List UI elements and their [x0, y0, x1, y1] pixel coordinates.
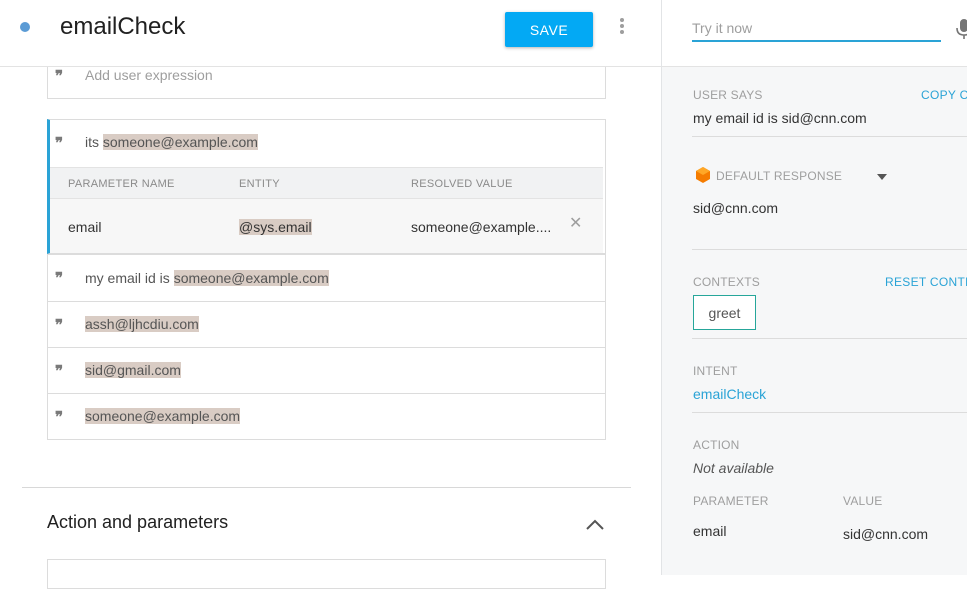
- divider: [692, 249, 967, 250]
- console-param-name: email: [693, 523, 727, 539]
- param-value-cell[interactable]: someone@example....: [411, 219, 551, 235]
- default-response-label: DEFAULT RESPONSE: [716, 169, 843, 183]
- action-name-field[interactable]: [47, 559, 606, 589]
- entity-annotation[interactable]: assh@ljhcdiu.com: [85, 316, 199, 332]
- response-text: sid@cnn.com: [693, 200, 779, 216]
- entity-annotation[interactable]: sid@gmail.com: [85, 362, 181, 378]
- divider: [692, 136, 967, 137]
- quote-icon: ❞: [55, 134, 64, 152]
- action-label: ACTION: [693, 438, 740, 452]
- intent-editor: emailCheck SAVE ❞ Add user expression ❞ …: [0, 0, 661, 589]
- training-phrase-text[interactable]: assh@ljhcdiu.com: [85, 316, 199, 332]
- param-entity-cell[interactable]: @sys.email: [239, 219, 312, 235]
- col-entity: ENTITY: [239, 178, 280, 190]
- response-source-icon: [696, 167, 710, 183]
- add-expression-placeholder[interactable]: Add user expression: [85, 67, 213, 83]
- training-phrase-text[interactable]: my email id is someone@example.com: [85, 270, 329, 286]
- quote-icon: ❞: [55, 316, 64, 334]
- chevron-up-icon[interactable]: [584, 518, 606, 532]
- response-dropdown-icon[interactable]: [877, 174, 887, 180]
- user-says-text: my email id is sid@cnn.com: [693, 110, 867, 126]
- try-it-input[interactable]: [692, 16, 941, 42]
- user-says-label: USER SAYS: [693, 88, 763, 102]
- copy-curl-link[interactable]: COPY CU: [921, 88, 967, 102]
- training-phrase-text[interactable]: someone@example.com: [85, 408, 241, 424]
- training-phrase-text[interactable]: its someone@example.com: [85, 134, 258, 150]
- microphone-icon[interactable]: [956, 18, 967, 40]
- value-column-label: VALUE: [843, 494, 883, 508]
- remove-parameter-icon[interactable]: ✕: [569, 213, 582, 233]
- save-button[interactable]: SAVE: [505, 12, 593, 47]
- parameter-row: email @sys.email someone@example.... ✕: [50, 199, 603, 253]
- quote-icon: ❞: [55, 362, 64, 380]
- training-phrase-text[interactable]: sid@gmail.com: [85, 362, 181, 378]
- quote-icon: ❞: [55, 269, 64, 287]
- action-section-title[interactable]: Action and parameters: [47, 512, 228, 533]
- intent-status-dot: [20, 22, 30, 32]
- col-parameter-name: PARAMETER NAME: [68, 178, 175, 190]
- param-name-cell[interactable]: email: [68, 219, 101, 235]
- entity-annotation[interactable]: someone@example.com: [173, 270, 329, 286]
- quote-icon: ❞: [55, 408, 64, 426]
- reset-contexts-link[interactable]: RESET CONTEX: [885, 275, 967, 289]
- contexts-label: CONTEXTS: [693, 275, 760, 289]
- action-value: Not available: [693, 460, 774, 476]
- phrase-prefix: my email id is: [85, 270, 174, 286]
- test-console: USER SAYS COPY CU my email id is sid@cnn…: [661, 0, 967, 575]
- more-options-icon[interactable]: [618, 18, 626, 38]
- divider: [692, 338, 967, 339]
- parameter-column-label: PARAMETER: [693, 494, 769, 508]
- try-it-bar: [662, 0, 967, 67]
- parameter-table-header: PARAMETER NAME ENTITY RESOLVED VALUE: [50, 167, 603, 199]
- context-chip[interactable]: greet: [693, 295, 756, 330]
- entity-annotation[interactable]: someone@example.com: [85, 408, 241, 424]
- intent-link[interactable]: emailCheck: [693, 386, 766, 402]
- phrase-prefix: its: [85, 134, 103, 150]
- col-resolved-value: RESOLVED VALUE: [411, 178, 513, 190]
- console-param-value: sid@cnn.com: [843, 526, 929, 542]
- section-divider: [22, 487, 631, 488]
- divider: [692, 412, 967, 413]
- entity-annotation[interactable]: someone@example.com: [102, 134, 258, 150]
- intent-header: emailCheck SAVE: [0, 0, 661, 67]
- quote-icon: ❞: [55, 67, 64, 85]
- intent-label: INTENT: [693, 364, 738, 378]
- intent-title[interactable]: emailCheck: [60, 13, 185, 41]
